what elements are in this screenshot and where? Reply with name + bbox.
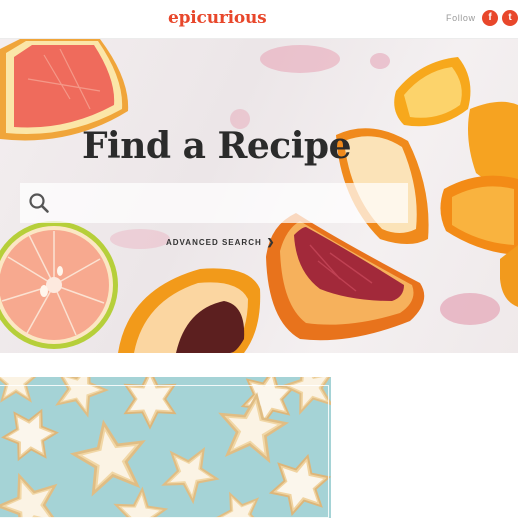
hero-banner: Find a Recipe ADVANCED SEARCH ❯ — [0, 39, 518, 353]
recipe-search-bar — [20, 183, 408, 223]
follow-label: Follow — [446, 13, 476, 23]
twitter-icon[interactable]: t — [502, 10, 518, 26]
facebook-icon[interactable]: f — [482, 10, 498, 26]
logo-text: epicurious — [168, 8, 267, 28]
site-header: epicurious Follow f t — [0, 0, 518, 39]
logo[interactable]: epicurious — [168, 8, 267, 28]
recipe-search-input[interactable] — [64, 189, 400, 217]
advanced-search-label: ADVANCED SEARCH — [166, 238, 262, 247]
search-icon[interactable] — [28, 192, 50, 214]
featured-recipe-image[interactable] — [0, 377, 331, 518]
image-frame — [0, 385, 329, 518]
advanced-search-link[interactable]: ADVANCED SEARCH ❯ — [166, 237, 275, 248]
hero-title: Find a Recipe — [82, 125, 351, 167]
chevron-right-icon: ❯ — [266, 237, 276, 247]
